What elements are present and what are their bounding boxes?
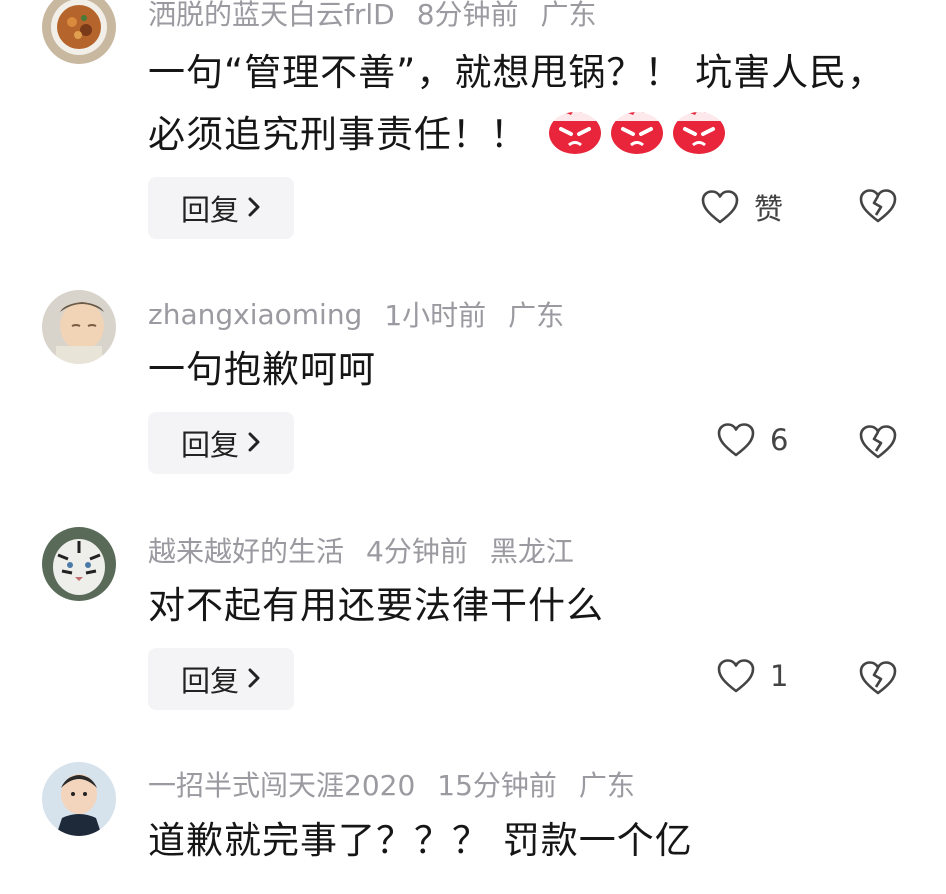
- reply-button[interactable]: 回复: [148, 648, 294, 710]
- comment-meta: 洒脱的蓝天白云frlD 8分钟前 广东: [148, 0, 619, 33]
- heart-outline-icon: [717, 423, 755, 457]
- location: 广东: [578, 769, 635, 802]
- location: 广东: [508, 299, 565, 332]
- avatar[interactable]: [42, 527, 116, 601]
- chevron-right-icon: [247, 191, 261, 225]
- angry-face-emoji: [671, 107, 727, 155]
- comment-meta: 一招半式闯天涯2020 15分钟前 广东: [148, 764, 657, 804]
- chevron-right-icon: [247, 662, 261, 696]
- comment-text: 对不起有用还要法律干什么: [148, 584, 604, 627]
- like-button[interactable]: 赞: [700, 186, 783, 228]
- comment-text: 一句“管理不善”，就想甩锅？！ 坑害人民，必须追究刑事责任！！: [148, 51, 886, 156]
- timestamp: 8分钟前: [416, 0, 519, 31]
- reply-button[interactable]: 回复: [148, 177, 294, 239]
- angry-face-emoji: [609, 107, 665, 155]
- username[interactable]: 一招半式闯天涯2020: [148, 764, 415, 804]
- like-button[interactable]: 1: [716, 658, 788, 694]
- angry-face-emoji: [547, 107, 603, 155]
- like-count: 6: [770, 423, 789, 457]
- like-count: 赞: [754, 192, 784, 226]
- username[interactable]: zhangxiaoming: [148, 298, 362, 331]
- timestamp: 15分钟前: [437, 769, 557, 802]
- comment-meta: 越来越好的生活 4分钟前 黑龙江: [148, 530, 596, 570]
- timestamp: 4分钟前: [366, 535, 468, 568]
- avatar[interactable]: [42, 0, 116, 64]
- like-count: 1: [770, 659, 789, 693]
- broken-heart-icon[interactable]: [858, 187, 898, 227]
- like-button[interactable]: 6: [716, 422, 788, 458]
- chevron-right-icon: [247, 426, 261, 460]
- broken-heart-icon[interactable]: [858, 659, 898, 699]
- heart-outline-icon: [701, 190, 739, 224]
- comment-meta: zhangxiaoming 1小时前 广东: [148, 294, 586, 334]
- location: 黑龙江: [489, 535, 574, 568]
- comment-text: 一句抱歉呵呵: [148, 348, 376, 391]
- avatar[interactable]: [42, 762, 116, 836]
- timestamp: 1小时前: [384, 299, 487, 332]
- comment-text: 道歉就完事了？？？ 罚款一个亿: [148, 819, 693, 862]
- username[interactable]: 洒脱的蓝天白云frlD: [148, 0, 395, 33]
- avatar[interactable]: [42, 290, 116, 364]
- heart-outline-icon: [717, 659, 755, 693]
- broken-heart-icon[interactable]: [858, 423, 898, 463]
- username[interactable]: 越来越好的生活: [148, 530, 344, 570]
- location: 广东: [540, 0, 597, 31]
- reply-button[interactable]: 回复: [148, 412, 294, 474]
